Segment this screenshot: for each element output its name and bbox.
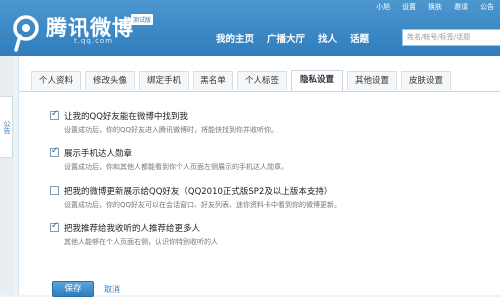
recommend-checkbox[interactable] (50, 221, 59, 232)
option-desc: 设置成功后，你的QQ好友进入腾讯微博时，将能快找到你并收听你。 (64, 126, 279, 134)
option-title: 展示手机达人勋章 (64, 149, 133, 159)
beta-badge: 测试版 (131, 14, 154, 25)
show-updates-checkbox[interactable] (50, 186, 59, 195)
top-link-invite[interactable]: 邀请 (448, 1, 474, 13)
left-notice-tab[interactable]: 公告 (0, 96, 13, 158)
main-nav: 我的主页 广播大厅 找人 话题 (216, 31, 382, 45)
top-link-user[interactable]: 小旭 (370, 1, 396, 13)
tab-other[interactable]: 其他设置 (347, 71, 397, 90)
tab-tags[interactable]: 个人标签 (237, 71, 287, 90)
header: 小旭 设置 换肤 邀请 公告 腾讯微博 测试版 t.qq.com 我的主页 广播… (0, 0, 500, 56)
top-link-settings[interactable]: 设置 (396, 1, 422, 13)
tab-blacklist[interactable]: 黑名单 (193, 71, 233, 90)
option-title: 把我推荐给我收听的人推荐给更多人 (64, 224, 201, 234)
top-links: 小旭 设置 换肤 邀请 公告 (370, 1, 500, 13)
tab-avatar[interactable]: 修改头像 (85, 71, 135, 90)
tab-skin[interactable]: 皮肤设置 (401, 71, 451, 90)
nav-find-people[interactable]: 找人 (318, 31, 337, 45)
option-title: 把我的微博更新展示给QQ好友（QQ2010正式版SP2及以上版本支持） (64, 187, 333, 197)
nav-home[interactable]: 我的主页 (216, 31, 254, 45)
option-desc: 设置成功后，你的QQ好友可以在会话窗口、好友列表、迷你资料卡中看到你的微博更新。 (64, 201, 342, 209)
tab-bind-phone[interactable]: 绑定手机 (139, 71, 189, 90)
top-link-notice[interactable]: 公告 (474, 1, 500, 13)
tab-privacy[interactable]: 隐私设置 (291, 70, 343, 91)
tab-profile[interactable]: 个人资料 (31, 71, 81, 90)
nav-topics[interactable]: 话题 (350, 31, 369, 45)
settings-panel: 个人资料 修改头像 绑定手机 黑名单 个人标签 隐私设置 其他设置 皮肤设置 让… (18, 56, 500, 297)
cancel-link[interactable]: 取消 (104, 284, 120, 295)
mobile-medal-checkbox[interactable] (50, 146, 59, 157)
search-input[interactable]: 姓名/帐号/标签/话题 (402, 29, 500, 46)
nav-broadcast-hall[interactable]: 广播大厅 (267, 31, 305, 45)
left-strip: 公告 (0, 56, 14, 295)
qq-find-checkbox[interactable] (50, 109, 59, 120)
option-desc: 设置成功后，你和其他人都能看到你个人页面左侧展示的手机达人勋章。 (64, 163, 288, 171)
option-title: 让我的QQ好友能在微博中找到我 (64, 112, 188, 122)
settings-tabs: 个人资料 修改头像 绑定手机 黑名单 个人标签 隐私设置 其他设置 皮肤设置 (19, 69, 500, 92)
logo-url: t.qq.com (74, 37, 114, 45)
top-link-skin[interactable]: 换肤 (422, 1, 448, 13)
option-desc: 其他人能够在个人页面右侧，认识你特别收听的人 (64, 238, 218, 246)
